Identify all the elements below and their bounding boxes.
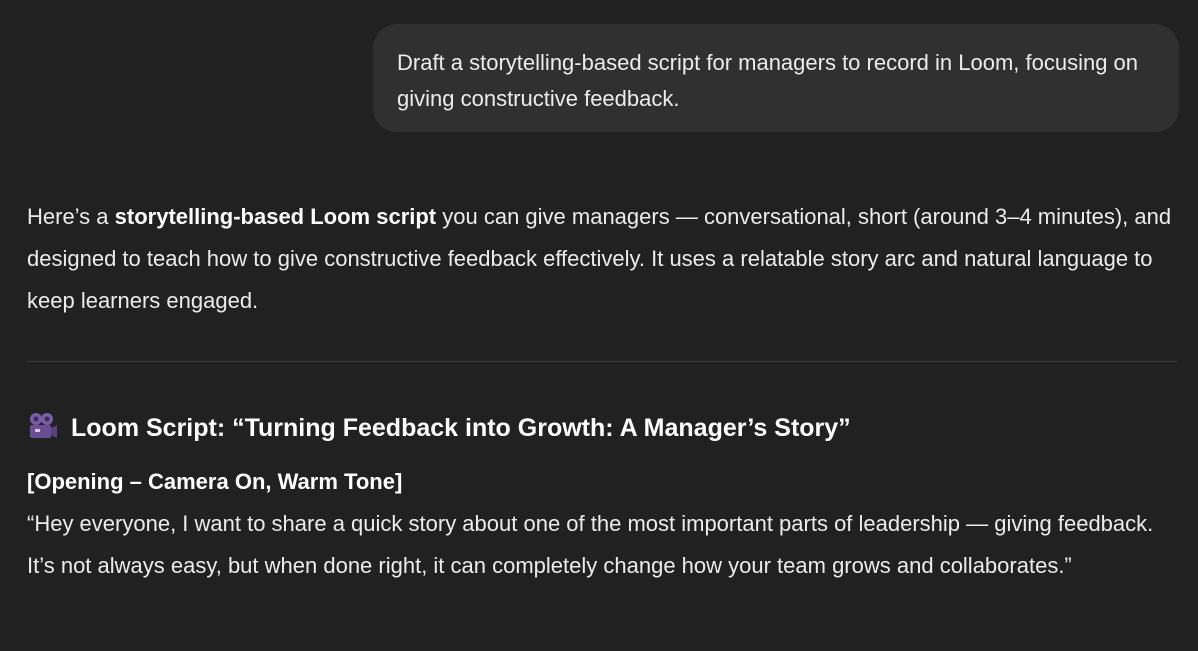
user-message-bubble: Draft a storytelling-based script for ma…: [373, 24, 1179, 132]
assistant-intro-paragraph: Here’s a storytelling-based Loom script …: [27, 196, 1177, 322]
assistant-message: Here’s a storytelling-based Loom script …: [27, 196, 1177, 322]
section-heading-opening: [Opening – Camera On, Warm Tone]: [27, 469, 403, 494]
user-message-text: Draft a storytelling-based script for ma…: [397, 50, 1139, 111]
movie-camera-icon: [27, 411, 59, 441]
intro-bold-phrase: storytelling-based Loom script: [114, 204, 437, 229]
chat-page: Draft a storytelling-based script for ma…: [0, 0, 1198, 651]
opening-quote-paragraph: “Hey everyone, I want to share a quick s…: [27, 511, 1154, 578]
script-title-text: Loom Script: “Turning Feedback into Grow…: [71, 414, 851, 442]
script-title-heading: Loom Script: “Turning Feedback into Grow…: [27, 408, 1177, 448]
intro-prefix: Here’s a: [27, 204, 115, 229]
horizontal-divider: [27, 361, 1177, 362]
